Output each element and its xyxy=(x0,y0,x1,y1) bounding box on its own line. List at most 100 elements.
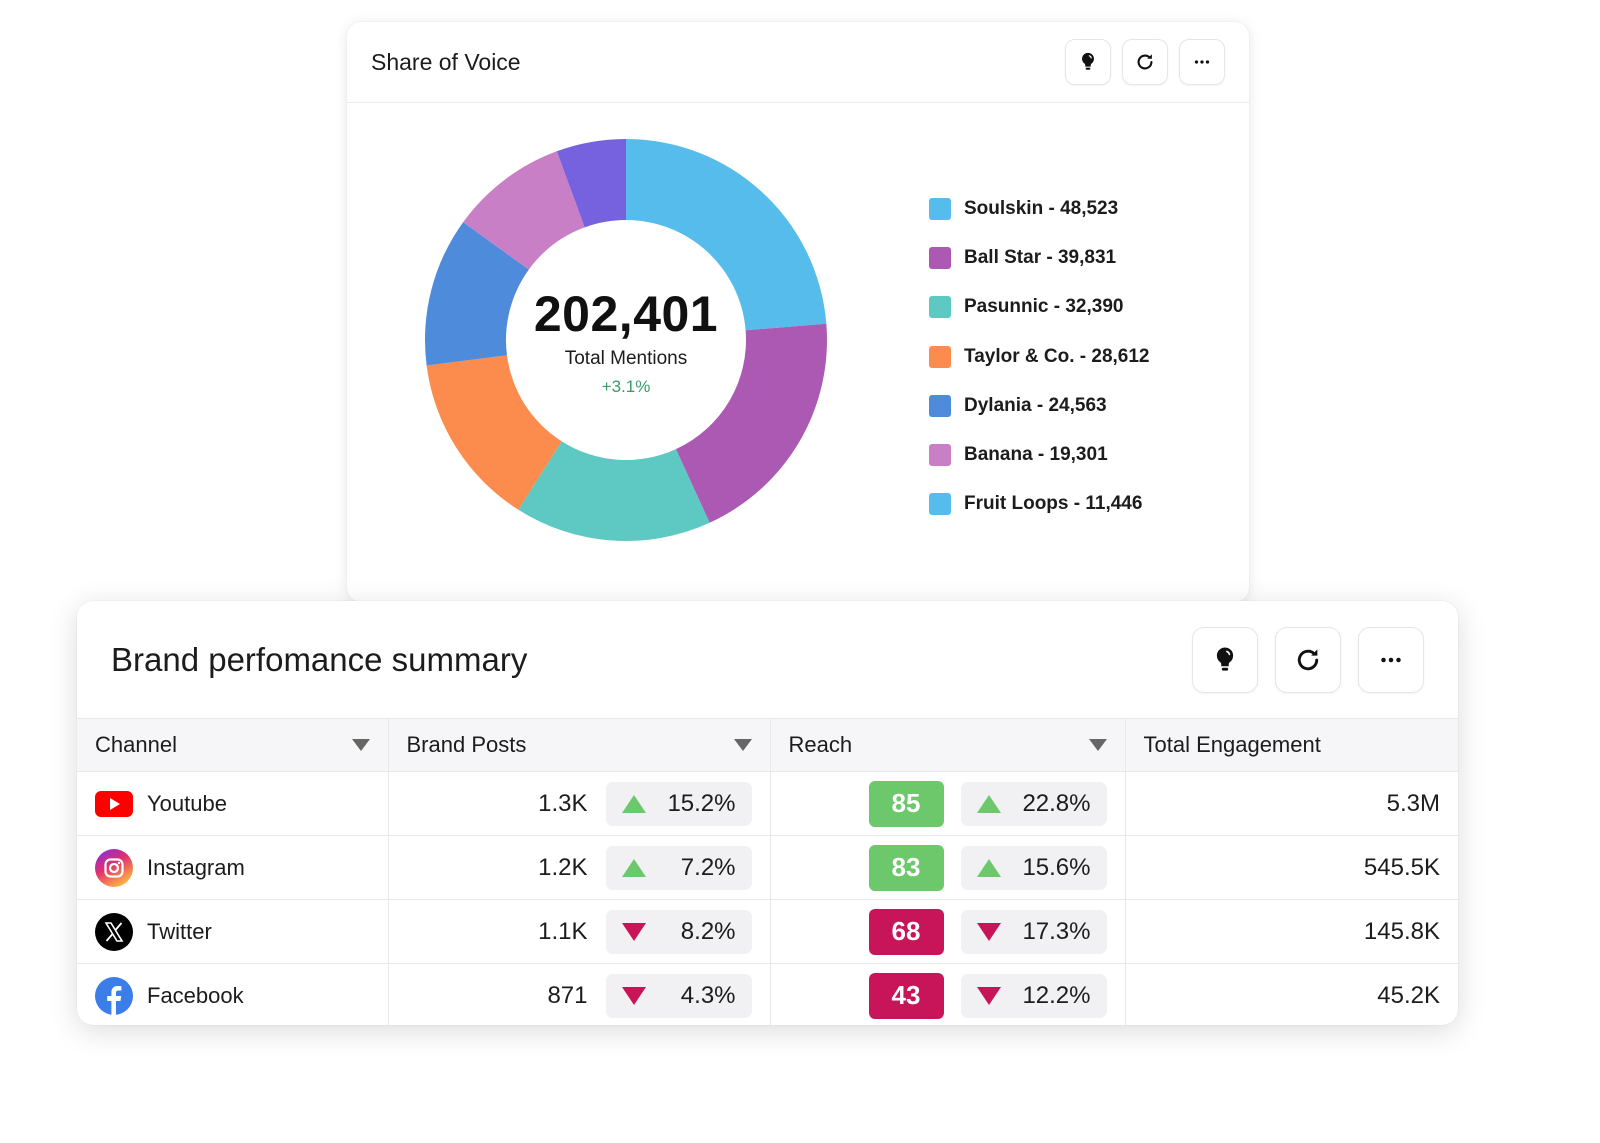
refresh-icon xyxy=(1137,54,1153,70)
brand-posts-cell: 1.2K 7.2% xyxy=(387,835,771,900)
reach-change: 15.6% xyxy=(1022,853,1091,881)
total-engagement-value: 145.8K xyxy=(1363,917,1440,945)
reach-change: 17.3% xyxy=(1022,917,1091,945)
column-header-channel[interactable]: Channel xyxy=(77,718,389,772)
legend-item[interactable]: Fruit Loops - 11,446 xyxy=(929,480,1150,529)
brand-posts-cell: 1.1K 8.2% xyxy=(387,899,771,964)
reach-score-badge: 43 xyxy=(868,972,944,1019)
chart-legend: Soulskin - 48,523 Ball Star - 39,831 Pasun… xyxy=(929,184,1150,529)
total-engagement-cell: 45.2K xyxy=(1124,963,1458,1025)
youtube-icon xyxy=(95,785,133,823)
legend-item[interactable]: Dylania - 24,563 xyxy=(929,381,1150,430)
legend-item[interactable]: Banana - 19,301 xyxy=(929,430,1150,479)
legend-label: Banana - 19,301 xyxy=(964,444,1108,466)
total-engagement-cell: 545.5K xyxy=(1124,835,1458,900)
legend-swatch xyxy=(929,296,951,319)
total-mentions-value: 202,401 xyxy=(533,286,719,342)
refresh-icon xyxy=(1297,648,1319,670)
reach-score-badge: 68 xyxy=(868,908,944,955)
legend-item[interactable]: Ball Star - 39,831 xyxy=(929,233,1150,282)
legend-swatch xyxy=(929,246,951,269)
trend-down-icon xyxy=(621,986,646,1005)
table-header-row: Channel Brand Posts Reach Total Engageme… xyxy=(77,718,1458,772)
reach-cell: 83 15.6% xyxy=(769,835,1126,900)
total-mentions-label: Total Mentions xyxy=(564,348,688,369)
bp-more-button[interactable] xyxy=(1358,626,1424,693)
legend-label: Pasunnic - 32,390 xyxy=(964,296,1124,318)
legend-item[interactable]: Taylor & Co. - 28,612 xyxy=(929,332,1150,381)
reach-score-badge: 83 xyxy=(868,844,944,891)
reach-change-badge: 22.8% xyxy=(960,781,1107,826)
legend-swatch xyxy=(929,345,951,368)
legend-label: Soulskin - 48,523 xyxy=(964,197,1119,219)
channel-cell: Youtube xyxy=(77,771,389,836)
bp-refresh-button[interactable] xyxy=(1275,626,1341,693)
total-engagement-value: 45.2K xyxy=(1377,981,1440,1009)
reach-cell: 43 12.2% xyxy=(769,963,1126,1025)
legend-item[interactable]: Soulskin - 48,523 xyxy=(929,184,1150,233)
sov-insights-button[interactable] xyxy=(1065,39,1111,85)
trend-down-icon xyxy=(976,986,1001,1005)
trend-up-icon xyxy=(976,858,1001,877)
brand-posts-cell: 871 4.3% xyxy=(387,963,771,1025)
total-engagement-cell: 145.8K xyxy=(1124,899,1458,964)
trend-up-icon xyxy=(621,794,646,813)
brand-performance-card: Brand perfomance summary Channel Brand P… xyxy=(77,601,1458,1025)
reach-score-badge: 85 xyxy=(868,780,944,827)
sov-more-button[interactable] xyxy=(1179,39,1225,85)
legend-item[interactable]: Pasunnic - 32,390 xyxy=(929,283,1150,332)
channel-name: Twitter xyxy=(147,918,212,944)
brand-posts-change-badge: 4.3% xyxy=(605,973,752,1018)
sort-caret-icon[interactable] xyxy=(351,739,370,751)
brand-posts-change-badge: 15.2% xyxy=(605,781,752,826)
x-twitter-icon xyxy=(95,912,133,951)
brand-posts-change: 4.3% xyxy=(680,981,736,1009)
table-row[interactable]: Facebook 871 4.3% 43 12.2% 45.2K xyxy=(77,963,1458,1025)
facebook-icon xyxy=(95,976,133,1015)
column-header-brand-posts[interactable]: Brand Posts xyxy=(387,718,771,772)
table-row[interactable]: Twitter 1.1K 8.2% 68 17.3% 145.8K xyxy=(77,899,1458,964)
brand-posts-change: 7.2% xyxy=(680,853,736,881)
brand-posts-change-badge: 7.2% xyxy=(605,845,752,890)
column-label: Brand Posts xyxy=(406,732,527,757)
total-engagement-value: 545.5K xyxy=(1363,853,1440,881)
legend-swatch xyxy=(929,444,951,467)
legend-label: Taylor & Co. - 28,612 xyxy=(964,345,1150,367)
reach-change-badge: 12.2% xyxy=(960,973,1107,1018)
channel-name: Youtube xyxy=(147,790,227,816)
legend-label: Ball Star - 39,831 xyxy=(964,246,1117,268)
channel-cell: Twitter xyxy=(77,899,389,964)
brand-posts-cell: 1.3K 15.2% xyxy=(387,771,771,836)
sort-caret-icon[interactable] xyxy=(1088,739,1107,751)
channel-name: Instagram xyxy=(147,854,245,880)
channel-cell: Instagram xyxy=(77,835,389,900)
reach-change: 22.8% xyxy=(1022,789,1091,817)
brand-posts-value: 1.3K xyxy=(538,789,588,817)
column-header-reach[interactable]: Reach xyxy=(769,718,1126,772)
bp-insights-button[interactable] xyxy=(1192,626,1258,693)
lightbulb-icon xyxy=(1216,646,1234,671)
more-horizontal-icon xyxy=(1194,60,1210,64)
reach-change-badge: 17.3% xyxy=(960,909,1107,954)
trend-down-icon xyxy=(621,922,646,941)
column-label: Reach xyxy=(788,732,853,757)
trend-up-icon xyxy=(621,858,646,877)
sort-caret-icon[interactable] xyxy=(733,739,752,751)
total-engagement-cell: 5.3M xyxy=(1124,771,1458,836)
legend-swatch xyxy=(929,394,951,417)
brand-performance-table: Channel Brand Posts Reach Total Engageme… xyxy=(77,718,1458,1025)
table-row[interactable]: Instagram 1.2K 7.2% 83 15.6% 545.5K xyxy=(77,835,1458,900)
column-header-total-engagement[interactable]: Total Engagement xyxy=(1124,718,1458,772)
bp-header: Brand perfomance summary xyxy=(77,601,1458,718)
lightbulb-icon xyxy=(1082,52,1094,70)
legend-label: Dylania - 24,563 xyxy=(964,394,1107,416)
legend-swatch xyxy=(929,493,951,516)
share-of-voice-card: Share of Voice 202,401 Total Mentions +3… xyxy=(347,22,1249,602)
brand-posts-value: 1.2K xyxy=(538,853,588,881)
sov-refresh-button[interactable] xyxy=(1122,39,1168,85)
sov-title: Share of Voice xyxy=(371,48,521,75)
table-row[interactable]: Youtube 1.3K 15.2% 85 22.8% 5.3M xyxy=(77,771,1458,836)
brand-posts-change: 8.2% xyxy=(680,917,736,945)
reach-change: 12.2% xyxy=(1022,981,1091,1009)
bp-title: Brand perfomance summary xyxy=(111,640,528,678)
